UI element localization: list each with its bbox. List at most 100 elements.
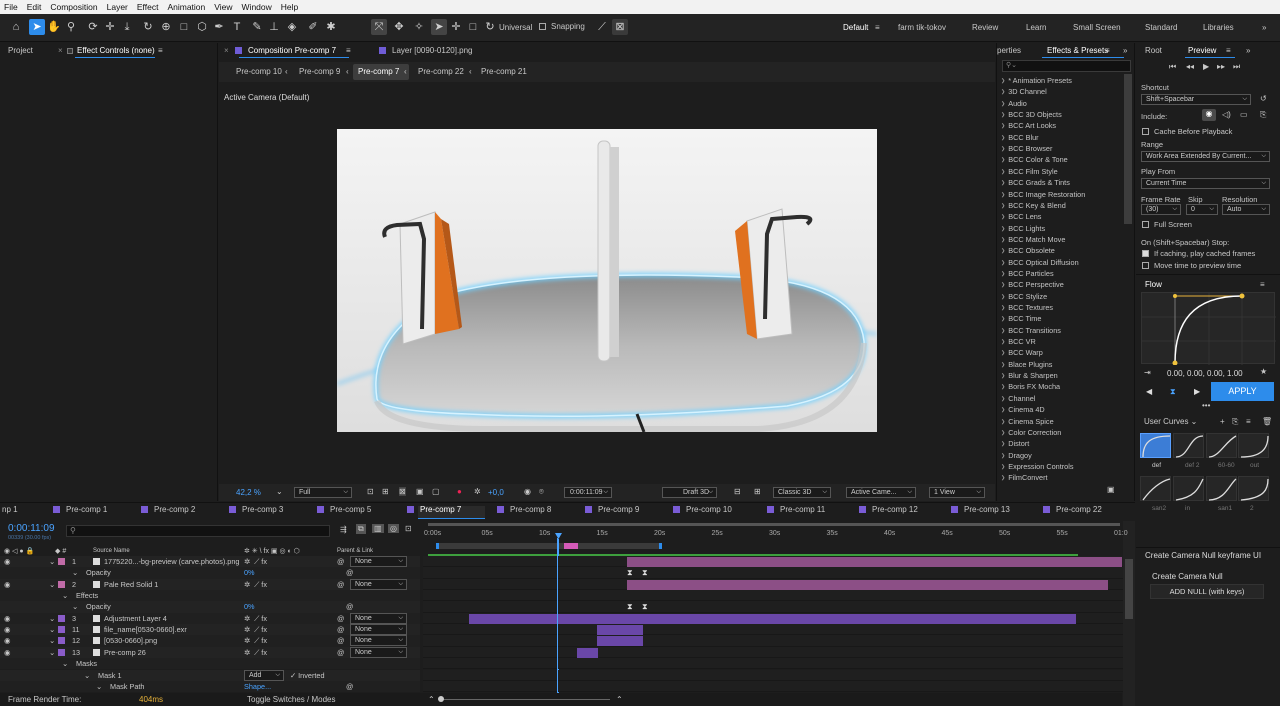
- skip-dropdown[interactable]: 0: [1186, 204, 1218, 215]
- snapping-toggle[interactable]: Snapping: [539, 22, 585, 31]
- roto-brush-tool-icon[interactable]: ✐: [305, 19, 321, 35]
- breadcrumb-item[interactable]: Pre-comp 21: [481, 67, 527, 76]
- keyframe-icon[interactable]: ⧗: [627, 602, 633, 612]
- layer-row[interactable]: ◉ ⌄ 12 [0530-0660].png ✲ ⟋ fx @ None: [0, 635, 420, 647]
- include-audio-icon[interactable]: ◁): [1222, 110, 1231, 119]
- menu-composition[interactable]: Composition: [50, 2, 97, 12]
- label-color-swatch[interactable]: [58, 637, 65, 645]
- tab-root[interactable]: Root: [1145, 46, 1162, 55]
- layer-duration-bar[interactable]: [469, 613, 1076, 624]
- region-icon[interactable]: ▢: [432, 487, 440, 496]
- layer-name[interactable]: Pre-comp 26: [104, 647, 240, 658]
- exposure-value[interactable]: +0,0: [488, 488, 504, 497]
- delete-icon[interactable]: 🗑: [1262, 417, 1272, 426]
- frame-rate-dropdown[interactable]: (30): [1141, 204, 1181, 215]
- layer-name[interactable]: Pale Red Solid 1: [104, 579, 240, 590]
- effects-category-item[interactable]: BCC Particles: [1001, 268, 1126, 279]
- keyframe-icon[interactable]: ⧗: [642, 568, 648, 578]
- effects-category-item[interactable]: BCC Match Move: [1001, 234, 1126, 245]
- layer-row[interactable]: ◉ ⌄ 2 Pale Red Solid 1 ✲ ⟋ fx @ None: [0, 578, 420, 590]
- effects-category-item[interactable]: Distort: [1001, 438, 1126, 449]
- layer-row[interactable]: ◉ ⌄ 13 Pre-comp 26 ✲ ⟋ fx @ None: [0, 646, 420, 659]
- tab-effect-controls[interactable]: Effect Controls (none): [67, 46, 155, 55]
- layer-row[interactable]: ⌄ Mask 1 Add ✓ Inverted: [0, 669, 420, 681]
- toggle-switches-modes[interactable]: Toggle Switches / Modes: [247, 695, 336, 704]
- more-tabs-icon[interactable]: »: [1246, 46, 1250, 55]
- timeline-lane[interactable]: [423, 567, 1123, 579]
- effects-category-item[interactable]: Cinema 4D: [1001, 404, 1126, 415]
- transparency-grid-icon[interactable]: ⊠: [399, 487, 406, 496]
- include-overlays-icon[interactable]: ▭: [1240, 110, 1248, 119]
- zoom-out-icon[interactable]: ⌃: [428, 695, 435, 704]
- menu-animation[interactable]: Animation: [167, 2, 205, 12]
- reset-icon[interactable]: ↺: [1260, 94, 1267, 103]
- chevron-icon[interactable]: ⌄: [72, 601, 78, 612]
- workspace-more-icon[interactable]: »: [1262, 23, 1266, 32]
- effects-category-item[interactable]: Expression Controls: [1001, 461, 1126, 472]
- brush-tool-icon[interactable]: ✎: [249, 19, 265, 35]
- breadcrumb-item[interactable]: Pre-comp 10: [236, 67, 282, 76]
- full-screen-checkbox[interactable]: Full Screen: [1142, 220, 1192, 229]
- layer-duration-bar[interactable]: [627, 579, 1108, 590]
- more-tabs-icon[interactable]: »: [1123, 46, 1127, 55]
- cube-tool-icon[interactable]: ⬡: [194, 19, 210, 35]
- pick-whip-icon[interactable]: @: [346, 567, 353, 578]
- menu-file[interactable]: File: [4, 2, 18, 12]
- layer-row[interactable]: ◉ ⌄ 3 Adjustment Layer 4 ✲ ⟋ fx @ None: [0, 612, 420, 625]
- snap-options-icon[interactable]: ⊠: [612, 19, 628, 35]
- axis-world-icon[interactable]: ✥: [391, 19, 407, 35]
- timeline-tab[interactable]: Pre-comp 13: [951, 505, 1010, 514]
- fit-icon[interactable]: ⊡: [367, 487, 374, 496]
- shy-layers-icon[interactable]: ⧉: [356, 524, 366, 534]
- ease-out-icon[interactable]: ▶: [1194, 387, 1200, 396]
- zoom-in-icon[interactable]: ⌃: [616, 695, 623, 704]
- timeline-tab[interactable]: Pre-comp 5: [317, 505, 371, 514]
- curve-preset[interactable]: [1206, 476, 1237, 501]
- snap-icon[interactable]: ⟋: [594, 19, 610, 35]
- chevron-icon[interactable]: ⌄: [96, 681, 102, 692]
- star-icon[interactable]: ★: [1260, 367, 1267, 376]
- show-snapshot-icon[interactable]: ⌾: [539, 487, 544, 497]
- effects-category-item[interactable]: BCC Warp: [1001, 347, 1126, 358]
- timecode-field[interactable]: 0:00:11:09: [564, 487, 612, 498]
- pick-whip-icon[interactable]: @: [337, 613, 344, 624]
- type-tool-icon[interactable]: T: [229, 19, 245, 35]
- scale-3d-icon[interactable]: □: [465, 19, 481, 35]
- timeline-tab[interactable]: Pre-comp 2: [141, 505, 195, 514]
- add-null-button[interactable]: ADD NULL (with keys): [1150, 584, 1264, 599]
- next-frame-icon[interactable]: ▸▸: [1217, 62, 1225, 71]
- source-name-header[interactable]: Source Name: [93, 548, 130, 554]
- breadcrumb-item[interactable]: Pre-comp 9: [299, 67, 340, 76]
- chevron-icon[interactable]: ⌄: [62, 658, 68, 669]
- layer-name[interactable]: [0530-0660].png: [104, 635, 240, 646]
- curve-preset[interactable]: [1173, 476, 1204, 501]
- timeline-lane[interactable]: [423, 601, 1123, 613]
- dolly-tool-icon[interactable]: ⤓: [119, 19, 135, 35]
- keyframe-icon[interactable]: ⧗: [627, 568, 633, 578]
- parent-dropdown[interactable]: None: [350, 646, 407, 658]
- effects-category-item[interactable]: Blace Plugins: [1001, 359, 1126, 370]
- chevron-down-icon[interactable]: ⌄: [49, 624, 55, 635]
- time-navigator[interactable]: [428, 523, 1120, 526]
- curve-preset[interactable]: [1140, 476, 1171, 501]
- effects-category-item[interactable]: 3D Channel: [1001, 86, 1126, 97]
- effects-category-item[interactable]: BCC Blur: [1001, 132, 1126, 143]
- parent-link-header[interactable]: Parent & Link: [337, 548, 373, 554]
- curve-preset[interactable]: [1140, 433, 1171, 458]
- graph-editor-icon[interactable]: ⊡: [405, 524, 412, 533]
- label-color-swatch[interactable]: [58, 626, 65, 634]
- draft-3d-toggle[interactable]: Draft 3D: [662, 487, 717, 498]
- panel-menu-icon[interactable]: ≡: [346, 46, 351, 55]
- eye-icon[interactable]: ◉: [4, 624, 10, 635]
- effects-category-item[interactable]: BCC Color & Tone: [1001, 154, 1126, 165]
- effects-category-item[interactable]: Color Correction: [1001, 427, 1126, 438]
- inverted-checkbox[interactable]: ✓ Inverted: [290, 670, 325, 681]
- snapshot-icon[interactable]: ◉: [524, 487, 531, 496]
- effects-category-item[interactable]: BCC Grads & Tints: [1001, 177, 1126, 188]
- more-icon[interactable]: •••: [1202, 401, 1210, 410]
- pick-whip-icon[interactable]: @: [346, 681, 353, 692]
- label-color-swatch[interactable]: [58, 648, 65, 656]
- pick-whip-icon[interactable]: @: [337, 624, 344, 635]
- add-curve-icon[interactable]: +: [1220, 417, 1225, 426]
- pick-whip-icon[interactable]: @: [337, 635, 344, 646]
